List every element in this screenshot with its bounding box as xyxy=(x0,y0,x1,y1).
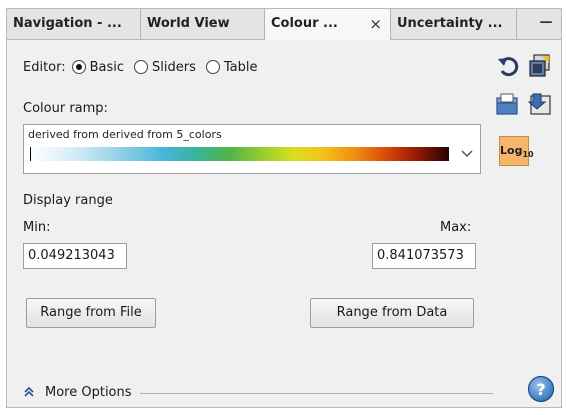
range-from-data-button[interactable]: Range from Data xyxy=(310,298,474,328)
colour-ramp-select[interactable]: derived from derived from 5_colors xyxy=(23,124,481,174)
radio-sliders[interactable]: Sliders xyxy=(134,60,196,75)
save-ramp-icon[interactable] xyxy=(527,91,553,117)
colour-ramp-label: Colour ramp: xyxy=(23,101,108,116)
colour-ramp-selected-name: derived from derived from 5_colors xyxy=(28,128,222,141)
log10-button[interactable]: Log10 xyxy=(499,136,534,166)
editor-label: Editor: xyxy=(23,59,66,75)
colour-editor-panel: Navigation - ... World View Colour ... ×… xyxy=(6,8,562,408)
copy-ramp-icon[interactable] xyxy=(527,53,553,79)
range-from-file-button[interactable]: Range from File xyxy=(26,298,156,328)
chevron-down-icon[interactable] xyxy=(460,147,474,161)
max-value-field[interactable]: 0.841073573 xyxy=(372,243,476,269)
double-chevron-up-icon[interactable] xyxy=(23,386,35,398)
tab-bar: Navigation - ... World View Colour ... ×… xyxy=(7,9,561,40)
tab-uncertainty-label: Uncertainty ... xyxy=(397,16,503,31)
ramp-text-cursor xyxy=(30,147,31,161)
minimize-button[interactable]: — xyxy=(537,9,555,39)
tab-navigation[interactable]: Navigation - ... xyxy=(7,9,141,39)
more-options-row[interactable]: More Options xyxy=(23,383,493,401)
radio-basic[interactable]: Basic xyxy=(71,59,125,75)
tab-navigation-label: Navigation - ... xyxy=(13,16,122,31)
colour-ramp-preview xyxy=(29,147,449,161)
tab-colour[interactable]: Colour ... × xyxy=(265,9,391,40)
max-label: Max: xyxy=(440,220,472,235)
min-label: Min: xyxy=(23,220,51,235)
more-options-label[interactable]: More Options xyxy=(45,385,132,400)
radio-table-circle[interactable] xyxy=(205,60,220,74)
tab-world-view[interactable]: World View xyxy=(141,9,265,39)
radio-table[interactable]: Table xyxy=(205,59,258,75)
radio-sliders-circle[interactable] xyxy=(134,60,149,74)
radio-basic-label: Basic xyxy=(89,59,125,75)
svg-text:?: ? xyxy=(536,380,545,399)
editor-mode-row: Editor: Basic Sliders Table xyxy=(23,57,268,77)
help-icon[interactable]: ? xyxy=(527,375,555,403)
tab-world-view-label: World View xyxy=(147,16,230,31)
log10-label: Log xyxy=(500,144,523,157)
open-folder-icon[interactable] xyxy=(495,91,521,117)
radio-table-label: Table xyxy=(223,59,258,75)
tab-uncertainty[interactable]: Uncertainty ... xyxy=(391,9,517,39)
radio-sliders-label: Sliders xyxy=(152,59,196,75)
min-value-field[interactable]: 0.049213043 xyxy=(23,243,127,269)
reset-icon[interactable] xyxy=(495,53,521,79)
editor-mode-group: Basic Sliders Table xyxy=(71,59,268,75)
display-range-heading: Display range xyxy=(23,193,113,208)
log10-subscript: 10 xyxy=(522,150,534,160)
tab-colour-label: Colour ... xyxy=(271,16,338,31)
close-tab-icon[interactable]: × xyxy=(369,9,382,39)
radio-basic-circle[interactable] xyxy=(71,60,86,74)
more-options-divider xyxy=(139,392,493,394)
